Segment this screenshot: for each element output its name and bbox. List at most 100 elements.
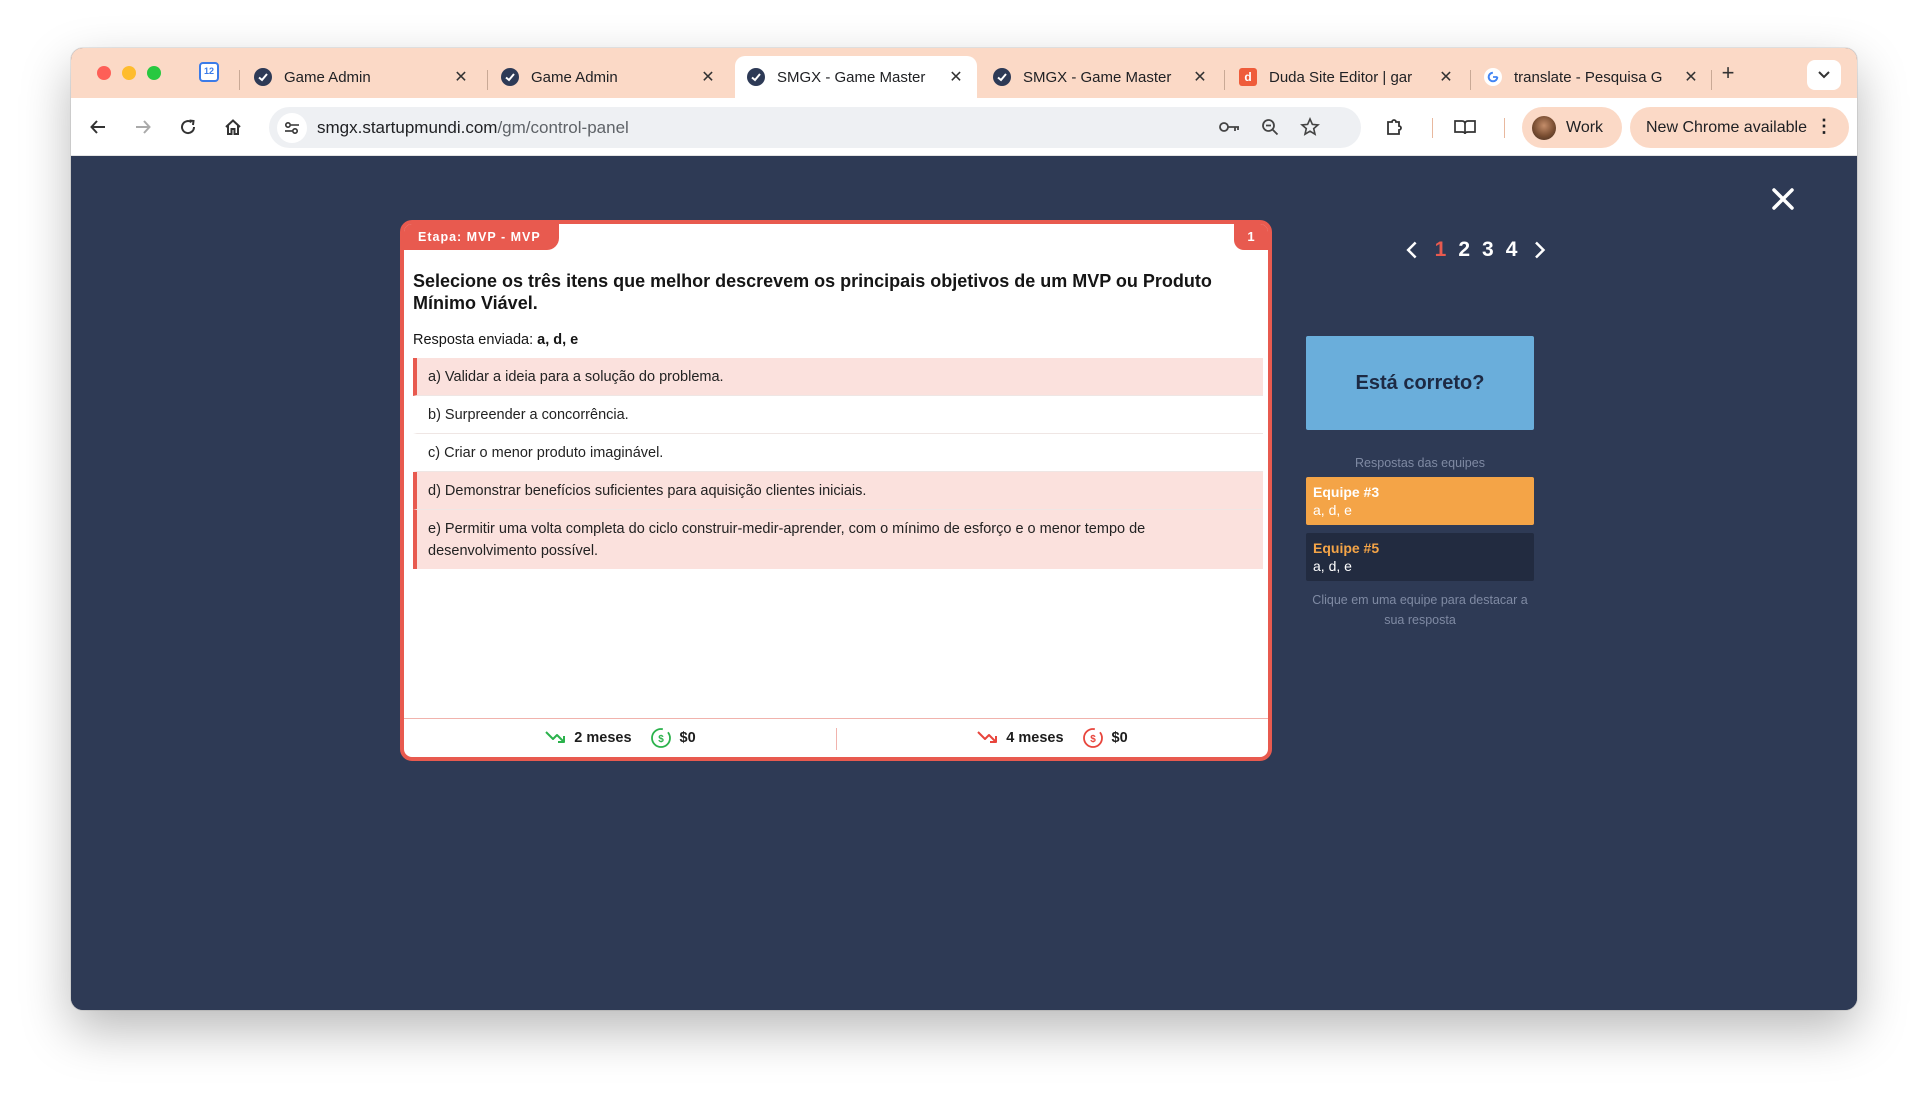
forward-button[interactable] — [130, 114, 156, 140]
money-down-icon: $ — [1082, 728, 1103, 748]
password-key-icon[interactable] — [1219, 116, 1241, 138]
close-icon[interactable] — [1768, 184, 1798, 214]
bookmark-star-icon[interactable] — [1299, 116, 1321, 138]
tab-separator — [239, 70, 240, 90]
book-icon — [1454, 120, 1476, 135]
question-number-badge: 1 — [1234, 224, 1268, 250]
card-footer: 2 meses $ $0 4 meses $ $0 — [404, 718, 1268, 757]
tab-title: translate - Pesquisa G — [1514, 68, 1663, 86]
more-menu-icon[interactable]: ⋮ — [1815, 116, 1833, 136]
tab-strip: 12 Game Admin ✕ Game Admin ✕ SMGX - Game… — [71, 48, 1857, 98]
tab-separator — [487, 70, 488, 90]
arrow-right-icon — [136, 120, 151, 134]
team-name: Equipe #5 — [1313, 540, 1380, 556]
svg-text:$: $ — [658, 734, 664, 745]
tab-separator — [1224, 70, 1225, 90]
home-icon — [225, 119, 241, 135]
home-button[interactable] — [220, 114, 246, 140]
tab-smgx-game-master[interactable]: SMGX - Game Master ✕ — [981, 56, 1221, 98]
toolbar-divider — [1432, 118, 1433, 138]
tab-close-icon[interactable]: ✕ — [1682, 67, 1700, 87]
tab-duda-site-editor[interactable]: d Duda Site Editor | gar ✕ — [1227, 56, 1467, 98]
tab-search-button[interactable] — [1807, 60, 1841, 90]
reload-icon — [181, 119, 196, 135]
tab-close-icon[interactable]: ✕ — [452, 67, 470, 87]
correct-money: $0 — [679, 730, 696, 746]
page-4[interactable]: 4 — [1506, 238, 1518, 262]
arrow-wrong-icon — [977, 731, 998, 743]
team-answer-card[interactable]: Equipe #3 a, d, e — [1306, 477, 1534, 525]
site-settings-icon[interactable] — [277, 113, 307, 143]
tab-title: SMGX - Game Master — [777, 68, 926, 86]
reading-mode-button[interactable] — [1450, 114, 1480, 140]
page-content: Etapa: MVP - MVP 1 Selecione os três ite… — [71, 156, 1857, 1010]
tab-title: Game Admin — [284, 68, 371, 86]
wrong-time: 4 meses — [1006, 730, 1064, 746]
chrome-update-button[interactable]: New Chrome available ⋮ — [1630, 107, 1849, 148]
tab-game-admin-2[interactable]: Game Admin ✕ — [489, 56, 729, 98]
page-1[interactable]: 1 — [1435, 238, 1447, 262]
url-path: /gm/control-panel — [497, 118, 629, 137]
team-answers-label: Respostas das equipes — [1355, 456, 1485, 470]
profile-button[interactable]: Work — [1522, 107, 1622, 148]
back-button[interactable] — [85, 114, 111, 140]
option-d[interactable]: d) Demonstrar benefícios suficientes par… — [413, 472, 1263, 510]
sent-answer-label: Resposta enviada: — [413, 332, 538, 348]
avatar — [1532, 115, 1556, 140]
sent-answer-value: a, d, e — [537, 332, 579, 348]
chevron-right-icon[interactable] — [1531, 238, 1548, 262]
update-label: New Chrome available — [1646, 118, 1807, 136]
tab-close-icon[interactable]: ✕ — [699, 67, 717, 87]
tab-close-icon[interactable]: ✕ — [947, 67, 965, 87]
maximize-window-button[interactable] — [147, 66, 161, 80]
tab-separator — [1470, 70, 1471, 90]
arrow-left-icon — [90, 120, 105, 134]
team-hint: Clique em uma equipe para destacar a sua… — [1312, 593, 1528, 627]
extensions-button[interactable] — [1381, 114, 1407, 140]
browser-toolbar: smgx.startupmundi.com/gm/control-panel W… — [71, 98, 1857, 156]
zoom-icon[interactable] — [1259, 116, 1281, 138]
toolbar-divider — [1504, 118, 1505, 138]
new-tab-button[interactable]: + — [1715, 60, 1741, 86]
page-3[interactable]: 3 — [1482, 238, 1494, 262]
smgx-favicon-icon — [254, 68, 272, 86]
profile-name: Work — [1566, 118, 1604, 136]
svg-text:$: $ — [1090, 734, 1096, 745]
tab-title: Duda Site Editor | gar — [1269, 68, 1413, 86]
tab-translate-pesquisa[interactable]: translate - Pesquisa G ✕ — [1472, 56, 1712, 98]
calendar-icon: 12 — [199, 62, 219, 82]
arrow-correct-icon — [545, 731, 566, 743]
wrong-outcome: 4 meses $ $0 — [836, 727, 1268, 749]
tab-game-admin-1[interactable]: Game Admin ✕ — [242, 56, 482, 98]
option-b[interactable]: b) Surpreender a concorrência. — [413, 396, 1263, 434]
sent-answer: Resposta enviada: a, d, e — [413, 332, 578, 348]
address-bar[interactable]: smgx.startupmundi.com/gm/control-panel — [269, 107, 1361, 148]
team-answer: a, d, e — [1313, 558, 1352, 574]
smgx-favicon-icon — [501, 68, 519, 86]
stage-badge: Etapa: MVP - MVP — [404, 224, 559, 250]
correct-time: 2 meses — [574, 730, 632, 746]
footer-divider — [836, 728, 837, 750]
close-window-button[interactable] — [97, 66, 111, 80]
check-answer-button[interactable]: Está correto? — [1306, 336, 1534, 430]
pinned-tab-calendar[interactable]: 12 — [199, 62, 221, 84]
browser-window: 12 Game Admin ✕ Game Admin ✕ SMGX - Game… — [71, 48, 1857, 1010]
chevron-left-icon[interactable] — [1404, 238, 1421, 262]
option-c[interactable]: c) Criar o menor produto imaginável. — [413, 434, 1263, 472]
tab-close-icon[interactable]: ✕ — [1437, 67, 1455, 87]
minimize-window-button[interactable] — [122, 66, 136, 80]
duda-favicon-icon: d — [1239, 68, 1257, 86]
tab-smgx-game-master-active[interactable]: SMGX - Game Master ✕ — [735, 56, 977, 98]
tab-close-icon[interactable]: ✕ — [1191, 67, 1209, 87]
smgx-favicon-icon — [993, 68, 1011, 86]
team-answer-card[interactable]: Equipe #5 a, d, e — [1306, 533, 1534, 581]
question-pager: 1 2 3 4 — [1396, 234, 1556, 266]
option-a[interactable]: a) Validar a ideia para a solução do pro… — [413, 358, 1263, 396]
smgx-favicon-icon — [747, 68, 765, 86]
url-text: smgx.startupmundi.com/gm/control-panel — [317, 118, 629, 138]
option-e[interactable]: e) Permitir uma volta completa do ciclo … — [413, 510, 1263, 569]
team-answer: a, d, e — [1313, 502, 1352, 518]
google-favicon-icon — [1484, 68, 1502, 86]
page-2[interactable]: 2 — [1458, 238, 1470, 262]
reload-button[interactable] — [175, 114, 201, 140]
